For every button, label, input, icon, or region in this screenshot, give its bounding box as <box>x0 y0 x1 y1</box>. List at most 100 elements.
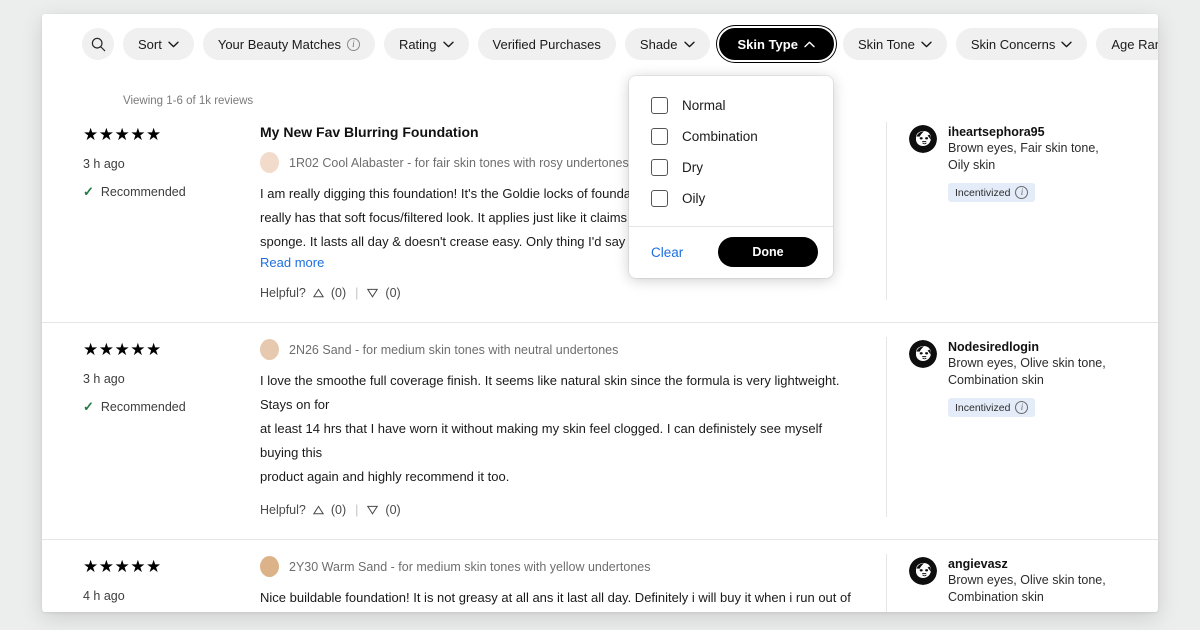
review-time: 3 h ago <box>83 371 125 386</box>
helpful-up-count: (0) <box>330 286 347 300</box>
search-button[interactable] <box>82 28 114 60</box>
skin-type-option-label: Oily <box>682 191 706 206</box>
skin-type-option-dry[interactable]: Dry <box>629 152 833 183</box>
page-root: Sort Your Beauty Matches i Rating Verified P… <box>0 0 1200 630</box>
user-name[interactable]: iheartsephora95 <box>948 125 1118 139</box>
filter-chip-skin-type[interactable]: Skin Type <box>716 26 836 62</box>
star-icon: ★ <box>146 125 162 144</box>
user-name[interactable]: Nodesiredlogin <box>948 340 1118 354</box>
filter-chip-rating[interactable]: Rating <box>383 28 469 60</box>
star-icon: ★ <box>114 340 131 359</box>
star-icon: ★ <box>146 340 162 359</box>
helpful-down-count: (0) <box>385 503 401 517</box>
user-info: angievasz Brown eyes, Olive skin tone, Co… <box>948 557 1118 612</box>
filter-chip-group: Sort Your Beauty Matches i Rating Verified P… <box>123 26 1158 62</box>
filter-chip-skin-tone[interactable]: Skin Tone <box>842 28 947 60</box>
search-icon <box>91 37 106 52</box>
star-icon: ★ <box>114 125 131 144</box>
checkbox-normal[interactable] <box>651 97 668 114</box>
review-item: ★★★★★4 h ago✓Recommended2Y30 Warm Sand -… <box>42 539 1158 612</box>
filter-chip-label: Verified Purchases <box>492 36 601 52</box>
star-icon: ★ <box>83 125 99 144</box>
status-badge-label: Incentivized <box>955 186 1011 199</box>
review-user: Nodesiredlogin Brown eyes, Olive skin ton… <box>886 337 1118 517</box>
helpful-label: Helpful? <box>260 286 306 300</box>
review-time: 3 h ago <box>83 156 125 171</box>
status-badge: Incentivized i <box>948 183 1036 202</box>
shade-swatch <box>260 556 279 577</box>
recommended-label: Recommended <box>100 184 186 199</box>
info-circle-icon[interactable]: i <box>1015 186 1029 199</box>
user-name[interactable]: angievasz <box>948 557 1118 571</box>
info-circle-icon: i <box>346 37 360 51</box>
checkbox-dry[interactable] <box>651 159 668 176</box>
thumbs-up-icon[interactable] <box>312 505 324 515</box>
star-icon: ★ <box>83 557 99 576</box>
star-icon: ★ <box>98 557 115 576</box>
skin-type-dropdown[interactable]: Normal Combination Dry Oily Clear Done <box>629 76 833 278</box>
star-icon: ★ <box>146 557 162 576</box>
review-body: 2N26 Sand - for medium skin tones with n… <box>260 337 886 517</box>
star-icon: ★ <box>98 340 115 359</box>
filter-chip-label: Skin Concerns <box>970 36 1056 52</box>
filter-chip-shade[interactable]: Shade <box>624 28 710 60</box>
shade-swatch <box>260 339 279 360</box>
skin-type-option-combination[interactable]: Combination <box>629 121 833 152</box>
review-text: I love the smoothe full coverage finish.… <box>260 369 858 489</box>
review-text-line: I love the smoothe full coverage finish.… <box>260 373 840 412</box>
check-icon: ✓ <box>83 183 94 199</box>
check-icon: ✓ <box>83 398 94 414</box>
review-meta: ★★★★★ 3 h ago ✓ Recommended <box>83 122 260 300</box>
helpful-down-count: (0) <box>385 286 401 300</box>
thumbs-up-icon[interactable] <box>312 288 324 298</box>
user-info: iheartsephora95 Brown eyes, Fair skin ton… <box>948 125 1118 300</box>
helpful-row: Helpful? (0) | (0) <box>260 286 858 300</box>
shade-row: 2Y30 Warm Sand - for medium skin tones w… <box>260 556 858 577</box>
filter-chip-label: Age Range <box>1111 36 1158 52</box>
shade-description: 2Y30 Warm Sand - for medium skin tones w… <box>289 559 651 574</box>
skin-type-option-oily[interactable]: Oily <box>629 183 833 214</box>
filter-chip-your-beauty-matches[interactable]: Your Beauty Matches i <box>202 28 375 60</box>
filter-chip-sort[interactable]: Sort <box>123 28 194 60</box>
info-circle-icon[interactable]: i <box>1015 401 1029 414</box>
review-user: iheartsephora95 Brown eyes, Fair skin ton… <box>886 122 1118 300</box>
thumbs-down-icon[interactable] <box>367 505 379 515</box>
filter-chip-verified-purchases[interactable]: Verified Purchases <box>477 28 616 60</box>
divider: | <box>355 503 359 517</box>
skin-type-option-label: Combination <box>682 129 758 144</box>
review-text-line: sponge. It lasts all day & doesn't creas… <box>260 234 692 249</box>
chevron-down-icon <box>921 41 932 48</box>
recommended-flag: ✓ Recommended <box>83 184 260 200</box>
filter-chip-label: Shade <box>639 36 678 52</box>
filter-chip-age-range[interactable]: Age Range <box>1096 28 1158 60</box>
clear-button[interactable]: Clear <box>651 245 683 260</box>
review-item: ★★★★★ 3 h ago ✓ Recommended 2N26 Sand - for … <box>42 322 1158 539</box>
user-attributes: Brown eyes, Fair skin tone, Oily skin <box>948 141 1099 172</box>
star-rating: ★★★★★ <box>83 125 260 145</box>
star-icon: ★ <box>130 125 146 144</box>
filter-chip-skin-concerns[interactable]: Skin Concerns <box>955 28 1088 60</box>
filter-chip-label: Sort <box>138 36 162 52</box>
shade-description: 2N26 Sand - for medium skin tones with n… <box>289 342 619 357</box>
read-more-link[interactable]: Read more <box>260 255 324 270</box>
thumbs-down-icon[interactable] <box>367 288 379 298</box>
star-icon: ★ <box>114 557 131 576</box>
shade-swatch <box>260 152 279 173</box>
filter-chip-label: Skin Tone <box>857 36 915 52</box>
filter-chip-label: Rating <box>398 36 437 52</box>
user-info: Nodesiredlogin Brown eyes, Olive skin ton… <box>948 340 1118 517</box>
review-time: 4 h ago <box>83 588 125 603</box>
checkbox-oily[interactable] <box>651 190 668 207</box>
done-button[interactable]: Done <box>718 237 818 267</box>
review-meta: ★★★★★ 3 h ago ✓ Recommended <box>83 337 260 517</box>
star-rating: ★★★★★ <box>83 557 260 577</box>
reviews-card: Sort Your Beauty Matches i Rating Verified P… <box>42 14 1158 612</box>
recommended-label: Recommended <box>100 399 186 414</box>
review-item: ★★★★★ 3 h ago ✓ Recommended My New Fav Blurr… <box>42 110 1158 322</box>
skin-type-option-list: Normal Combination Dry Oily <box>629 76 833 226</box>
checkbox-combination[interactable] <box>651 128 668 145</box>
review-meta: ★★★★★4 h ago✓Recommended <box>83 554 260 612</box>
skin-type-option-normal[interactable]: Normal <box>629 90 833 121</box>
shade-row: 2N26 Sand - for medium skin tones with n… <box>260 339 858 360</box>
helpful-label: Helpful? <box>260 503 306 517</box>
